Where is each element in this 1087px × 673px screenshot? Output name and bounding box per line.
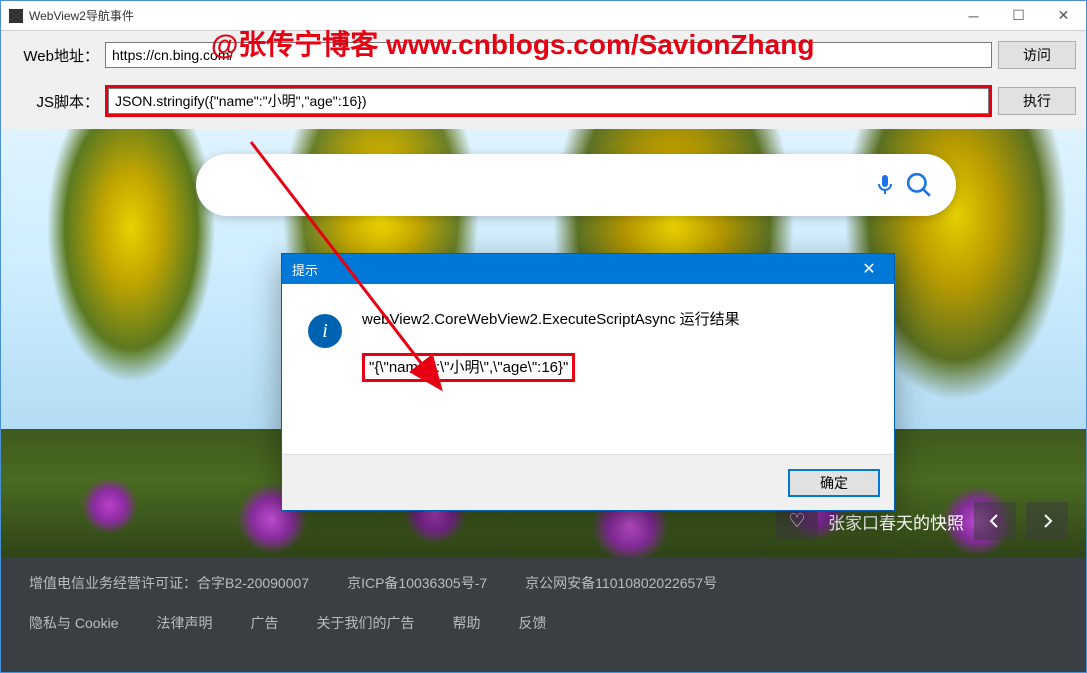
info-icon: i (308, 314, 342, 348)
footer-link[interactable]: 京公网安备11010802022657号 (525, 573, 717, 593)
ok-button[interactable]: 确定 (788, 469, 880, 497)
execute-button[interactable]: 执行 (998, 87, 1076, 115)
footer-link[interactable]: 广告 (250, 613, 278, 633)
url-input[interactable] (105, 42, 992, 68)
dialog-body: i webView2.CoreWebView2.ExecuteScriptAsy… (282, 284, 894, 454)
js-input[interactable] (108, 88, 989, 114)
js-label: JS脚本： (11, 91, 99, 112)
footer-link[interactable]: 京ICP备10036305号-7 (347, 573, 487, 593)
dialog-footer: 确定 (282, 454, 894, 510)
form-area: Web地址： 访问 JS脚本： 执行 (1, 31, 1086, 129)
app-window: WebView2导航事件 ─ ☐ ✕ @张传宁博客 www.cnblogs.co… (0, 0, 1087, 673)
dialog-title: 提示 (292, 260, 854, 279)
footer-link[interactable]: 关于我们的广告 (316, 613, 414, 633)
footer-link[interactable]: 法律声明 (156, 613, 212, 633)
window-title: WebView2导航事件 (29, 7, 951, 24)
titlebar: WebView2导航事件 ─ ☐ ✕ (1, 1, 1086, 31)
mic-icon[interactable] (868, 168, 902, 202)
bing-footer: 增值电信业务经营许可证：合字B2-20090007 京ICP备10036305号… (1, 557, 1086, 672)
url-row: Web地址： 访问 (11, 41, 1076, 69)
app-icon (9, 9, 23, 23)
maximize-button[interactable]: ☐ (996, 1, 1041, 31)
minimize-button[interactable]: ─ (951, 1, 996, 31)
footer-link[interactable]: 隐私与 Cookie (29, 613, 118, 633)
search-icon[interactable] (902, 168, 936, 202)
visit-button[interactable]: 访问 (998, 41, 1076, 69)
carousel-prev-button[interactable] (974, 502, 1016, 540)
carousel-next-button[interactable] (1026, 502, 1068, 540)
dialog-result-text: "{\"name\":\"小明\",\"age\":16}" (362, 353, 575, 382)
message-dialog: 提示 ✕ i webView2.CoreWebView2.ExecuteScri… (281, 253, 895, 511)
js-row: JS脚本： 执行 (11, 85, 1076, 117)
footer-link[interactable]: 帮助 (452, 613, 480, 633)
dialog-heading: webView2.CoreWebView2.ExecuteScriptAsync… (362, 308, 740, 329)
dialog-titlebar: 提示 ✕ (282, 254, 894, 284)
footer-link[interactable]: 反馈 (518, 613, 546, 633)
dialog-close-button[interactable]: ✕ (854, 259, 884, 279)
close-button[interactable]: ✕ (1041, 1, 1086, 31)
carousel-caption: 张家口春天的快照 (828, 509, 964, 534)
bing-search-box[interactable] (196, 154, 956, 216)
footer-link[interactable]: 增值电信业务经营许可证：合字B2-20090007 (29, 573, 309, 593)
url-label: Web地址： (11, 45, 99, 66)
